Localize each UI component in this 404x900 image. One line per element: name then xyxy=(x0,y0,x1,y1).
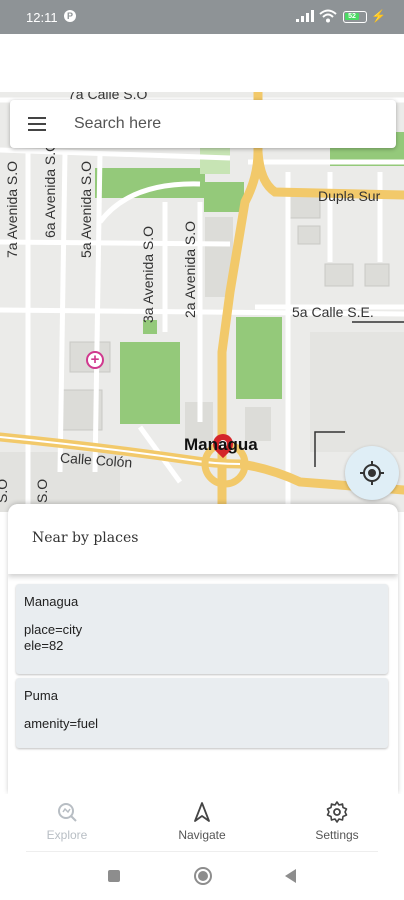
battery-icon: 52 xyxy=(343,11,367,23)
explore-icon xyxy=(58,803,77,822)
signal-icon xyxy=(296,10,314,22)
map-label-7a-avenida: 7a Avenida S.O xyxy=(4,160,20,258)
map-label-2a-avenida: 2a Avenida S.O xyxy=(182,220,198,318)
nav-navigate[interactable]: Navigate xyxy=(157,800,247,842)
sheet-title: Near by places xyxy=(32,530,139,546)
search-input[interactable] xyxy=(74,112,374,136)
nav-explore[interactable]: Explore xyxy=(22,800,112,842)
home-icon[interactable] xyxy=(194,867,212,885)
place-tag: ele=82 xyxy=(24,638,64,653)
sheet-header[interactable]: Near by places xyxy=(8,504,398,574)
menu-icon[interactable] xyxy=(28,117,46,131)
place-tag: amenity=fuel xyxy=(24,716,99,731)
map-label-so-left: S.O xyxy=(34,478,50,503)
hospital-icon[interactable]: + xyxy=(86,351,104,369)
search-bar xyxy=(10,100,396,148)
gear-icon xyxy=(326,801,348,823)
system-nav-bar xyxy=(0,852,404,900)
crosshair-icon xyxy=(360,461,384,485)
charging-icon: ⚡ xyxy=(371,9,386,23)
map-label-3a-avenida: 3a Avenida S.O xyxy=(140,225,156,323)
my-location-button[interactable] xyxy=(345,446,399,500)
nav-navigate-label: Navigate xyxy=(178,828,226,842)
place-name: Puma xyxy=(24,688,58,703)
status-time: 12:11 xyxy=(26,10,58,25)
place-name: Managua xyxy=(24,594,79,609)
wifi-icon xyxy=(319,9,337,23)
back-icon[interactable] xyxy=(285,869,296,883)
map-city-label: Managua xyxy=(184,435,258,454)
navigate-icon xyxy=(194,802,210,822)
app-screen: 12:11 P 52 ⚡ 7a Calle S.O Dupla Sur 5a C… xyxy=(0,0,404,900)
map-label-5a-calle: 5a Calle S.E. xyxy=(292,304,374,320)
map-label-so-left-2: S.O xyxy=(0,478,10,503)
map-label-dupla-sur: Dupla Sur xyxy=(318,188,381,204)
bottom-nav: Explore Navigate Settings xyxy=(0,794,404,852)
nav-settings-label: Settings xyxy=(315,828,359,842)
notification-icon: P xyxy=(64,10,76,22)
place-card[interactable]: Managua place=city ele=82 xyxy=(16,584,388,674)
nav-explore-label: Explore xyxy=(46,828,88,842)
place-tag: place=city xyxy=(24,622,83,637)
recents-icon[interactable] xyxy=(108,870,120,882)
battery-level: 52 xyxy=(345,13,359,20)
map-label-5a-avenida: 5a Avenida S.O xyxy=(78,160,94,258)
map-view[interactable]: 7a Calle S.O Dupla Sur 5a Calle S.E. Cal… xyxy=(0,92,404,512)
status-bar: 12:11 P 52 ⚡ xyxy=(0,0,404,34)
nearby-places-sheet[interactable]: Near by places Managua place=city ele=82… xyxy=(8,504,398,794)
place-card[interactable]: Puma amenity=fuel xyxy=(16,678,388,748)
nav-settings[interactable]: Settings xyxy=(292,800,382,842)
map-label-6a-avenida: 6a Avenida S.O xyxy=(42,140,58,238)
